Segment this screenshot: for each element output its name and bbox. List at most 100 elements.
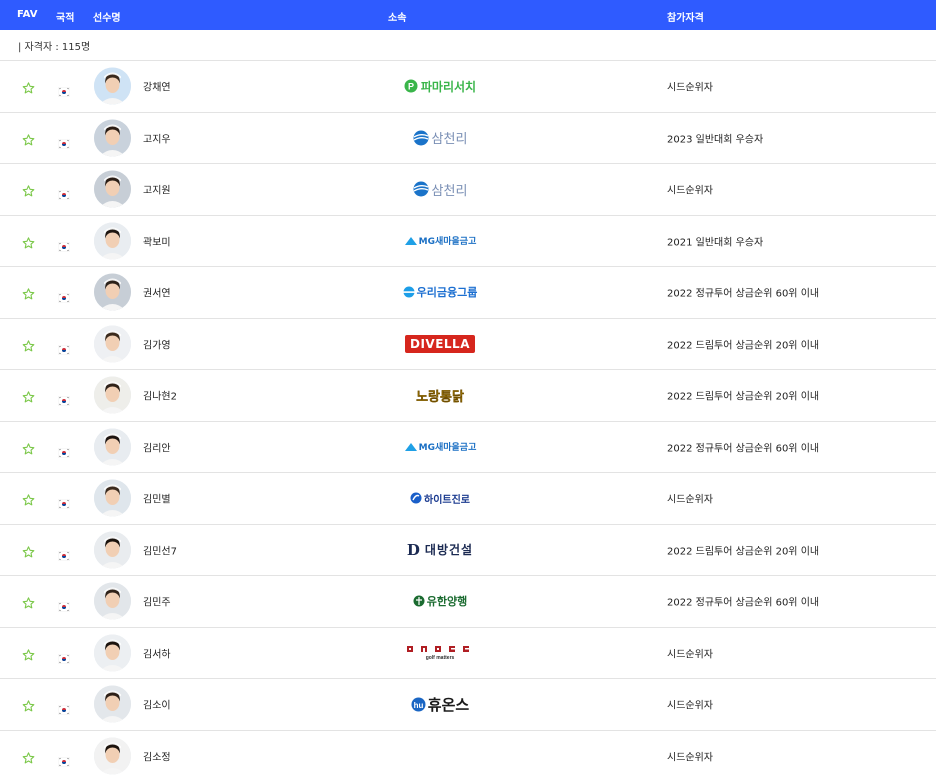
player-qualification: 2021 일반대회 우승자	[667, 237, 764, 249]
table-row[interactable]: 김리안 MG새마을금고 2022 정규투어 상금순위 60위 이내	[0, 422, 936, 473]
player-avatar[interactable]	[94, 685, 131, 723]
favorite-star-icon[interactable]	[22, 646, 35, 661]
table-row[interactable]: 고지원 삼천리 시드순위자	[0, 164, 936, 216]
favorite-star-icon[interactable]	[22, 337, 35, 352]
table-row[interactable]: 권서연 우리금융그룹 2022 정규투어 상금순위 60위 이내	[0, 267, 936, 319]
mg-saemaul-logo: MG새마을금고	[380, 230, 500, 252]
table-row[interactable]: 김민별 하이트진로 시드순위자	[0, 473, 936, 525]
player-name[interactable]: 김민선7	[143, 542, 177, 557]
player-qualification: 2022 정규투어 상금순위 60위 이내	[667, 288, 820, 300]
favorite-star-icon[interactable]	[22, 595, 35, 609]
player-avatar[interactable]	[94, 634, 131, 672]
player-avatar[interactable]	[94, 737, 131, 775]
player-rows: 강채연 P 파마리서치 시드순위자 고지우 삼천리 2023 일반대회 우승자	[0, 61, 936, 779]
divella-logo: DIVELLA	[380, 333, 500, 355]
table-row[interactable]: 강채연 P 파마리서치 시드순위자	[0, 61, 936, 113]
svg-text:golf matters: golf matters	[426, 655, 455, 661]
favorite-star-icon[interactable]	[22, 183, 35, 197]
player-qualification: 2022 정규투어 상금순위 60위 이내	[667, 597, 820, 609]
korea-flag-icon	[57, 133, 71, 149]
player-avatar[interactable]	[94, 325, 131, 363]
table-row[interactable]: 고지우 삼천리 2023 일반대회 우승자	[0, 113, 936, 164]
favorite-star-icon[interactable]	[22, 389, 35, 403]
table-row[interactable]: 김가영 DIVELLA 2022 드림투어 상금순위 20위 이내	[0, 319, 936, 370]
player-name[interactable]: 김서하	[143, 645, 171, 660]
mg-saemaul-logo: MG새마을금고	[380, 436, 500, 458]
korea-flag-icon	[57, 751, 71, 767]
player-name[interactable]: 김소이	[143, 697, 171, 712]
player-avatar[interactable]	[94, 582, 131, 620]
daebang-logo: D 대방건설	[406, 540, 474, 559]
player-avatar[interactable]	[94, 273, 131, 311]
korea-flag-icon	[57, 288, 71, 303]
player-qualification: 시드순위자	[667, 752, 713, 764]
favorite-star-icon[interactable]	[22, 80, 35, 94]
table-row[interactable]: 김민주 유한양행 2022 정규투어 상금순위 60위 이내	[0, 576, 936, 628]
onoff-logo: ONOFF golf matters golf matters	[380, 642, 500, 664]
table-row[interactable]: 김소정 시드순위자	[0, 731, 936, 779]
header-country[interactable]: 국적	[56, 9, 74, 24]
hitejinro-logo: 하이트진로	[380, 487, 500, 509]
favorite-star-icon[interactable]	[22, 286, 35, 300]
korea-flag-icon	[57, 185, 71, 200]
table-row[interactable]: 김나현2 노랑통닭 2022 드림투어 상금순위 20위 이내	[0, 370, 936, 422]
korea-flag-icon	[57, 648, 71, 664]
favorite-star-icon[interactable]	[22, 698, 35, 712]
favorite-star-icon[interactable]	[22, 440, 35, 455]
korea-flag-icon	[57, 700, 71, 715]
player-qualification: 시드순위자	[667, 700, 713, 712]
favorite-star-icon[interactable]	[22, 234, 35, 249]
player-qualification: 2023 일반대회 우승자	[667, 134, 764, 146]
header-qualification[interactable]: 참가자격	[667, 9, 704, 24]
player-qualification: 2022 드림투어 상금순위 20위 이내	[667, 546, 820, 558]
table-row[interactable]: 곽보미 MG새마을금고 2021 일반대회 우승자	[0, 216, 936, 267]
player-avatar[interactable]	[94, 376, 131, 414]
korea-flag-icon	[57, 597, 71, 612]
player-name[interactable]: 고지원	[143, 182, 171, 197]
player-name[interactable]: 고지우	[143, 130, 171, 145]
player-avatar[interactable]	[94, 428, 131, 466]
korea-flag-icon	[57, 545, 71, 561]
qualifier-count-label: | 자격자 : 115명	[18, 41, 91, 53]
favorite-star-icon[interactable]	[22, 492, 35, 506]
player-name[interactable]: 김나현2	[143, 388, 177, 403]
player-name[interactable]: 김가영	[143, 336, 171, 351]
player-name[interactable]: 김소정	[143, 748, 171, 763]
samchully-logo: 삼천리	[380, 178, 500, 200]
player-avatar[interactable]	[94, 67, 131, 105]
table-row[interactable]: 김민선7 D 대방건설 2022 드림투어 상금순위 20위 이내	[0, 525, 936, 576]
korea-flag-icon	[57, 494, 71, 509]
player-name[interactable]: 김리안	[143, 439, 171, 454]
header-fav[interactable]: FAV	[17, 9, 37, 20]
favorite-star-icon[interactable]	[22, 131, 35, 146]
player-avatar[interactable]	[94, 222, 131, 260]
player-table: FAV 국적 선수명 소속 참가자격 | 자격자 : 115명 강채연 P 파마…	[0, 0, 936, 779]
qualifier-count: | 자격자 : 115명	[0, 30, 936, 61]
favorite-star-icon[interactable]	[22, 749, 35, 764]
player-qualification: 시드순위자	[667, 82, 713, 94]
player-name[interactable]: 강채연	[143, 79, 171, 94]
yuhan-logo: 유한양행	[380, 590, 500, 612]
player-avatar[interactable]	[94, 170, 131, 208]
korea-flag-icon	[57, 236, 71, 252]
table-row[interactable]: 김소이 hu 휴온스 시드순위자	[0, 679, 936, 731]
player-avatar[interactable]	[94, 479, 131, 517]
korea-flag-icon	[57, 442, 71, 458]
korea-flag-icon	[57, 339, 71, 355]
korea-flag-icon	[57, 82, 71, 97]
player-avatar[interactable]	[94, 119, 131, 157]
player-qualification: 시드순위자	[667, 494, 713, 506]
woori-finance-logo: 우리금융그룹	[380, 281, 500, 303]
table-header: FAV 국적 선수명 소속 참가자격	[0, 0, 936, 30]
header-player[interactable]: 선수명	[93, 9, 121, 24]
player-name[interactable]: 김민주	[143, 594, 171, 609]
table-row[interactable]: 김서하 ONOFF golf matters golf matters 시드순위…	[0, 628, 936, 679]
header-sponsor[interactable]: 소속	[388, 9, 406, 24]
favorite-star-icon[interactable]	[22, 543, 35, 558]
player-avatar[interactable]	[94, 531, 131, 569]
player-name[interactable]: 권서연	[143, 285, 171, 300]
samchully-logo: 삼천리	[380, 127, 500, 149]
player-qualification: 2022 드림투어 상금순위 20위 이내	[667, 391, 820, 403]
player-name[interactable]: 곽보미	[143, 233, 171, 248]
player-name[interactable]: 김민별	[143, 491, 171, 506]
